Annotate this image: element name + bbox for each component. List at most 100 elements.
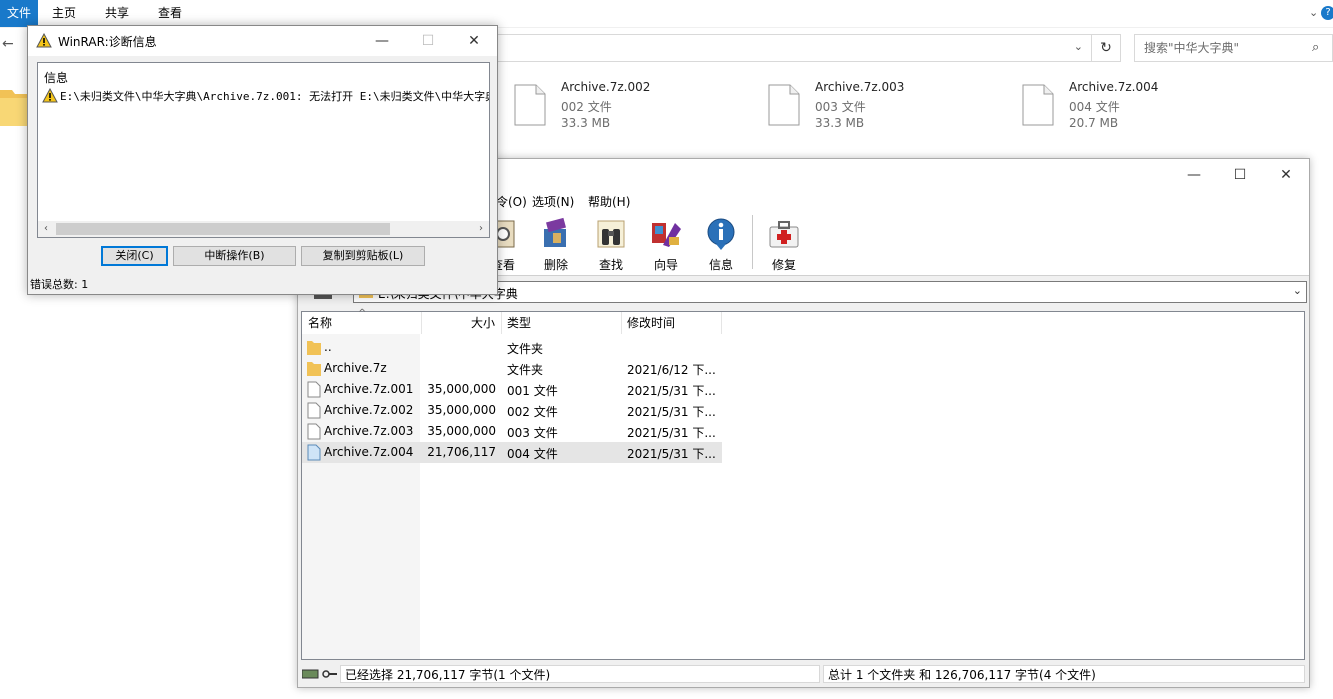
sort-ascending-icon: ^ [358,308,367,319]
file-icon [768,84,800,126]
maximize-button[interactable]: ☐ [1217,159,1263,191]
file-size: 20.7 MB [1069,116,1119,130]
dialog-maximize-button: ☐ [405,26,451,56]
column-header-modified[interactable]: 修改时间 [622,312,722,334]
file-icon [307,402,321,419]
error-count: 错误总数: 1 [30,278,89,291]
menu-help[interactable]: 帮助(H) [588,193,630,210]
diagnostic-dialog: WinRAR:诊断信息 — ☐ ✕ 信息 E:\未归类文件\中华大字典\Arch… [27,25,498,295]
scroll-left-icon[interactable]: ‹ [38,221,54,237]
close-dialog-button[interactable]: 关闭(C) [101,246,168,266]
ribbon-expand-icon[interactable]: ⌄ [1309,6,1318,19]
search-icon: ⌕ [1312,40,1320,55]
toolbar-label: 向导 [653,258,678,272]
row-date: 2021/5/31 下... [627,426,716,440]
file-size: 33.3 MB [561,116,611,130]
back-arrow-icon[interactable]: ← [2,36,14,52]
menu-commands[interactable]: 令(O) [496,193,527,210]
dialog-close-button[interactable]: ✕ [451,26,497,56]
minimize-button[interactable]: — [1171,159,1217,191]
table-row[interactable]: Archive.7z.002 35,000,000 002 文件 2021/5/… [302,400,722,421]
address-dropdown-icon[interactable]: ⌄ [1074,40,1083,53]
row-type: 文件夹 [507,363,544,377]
table-row[interactable]: Archive.7z.001 35,000,000 001 文件 2021/5/… [302,379,722,400]
row-type: 001 文件 [507,384,558,398]
delete-icon [544,217,566,247]
toolbar-info-button[interactable]: 信息 [696,215,746,273]
file-icon [307,381,321,398]
binoculars-icon [597,220,625,248]
row-size: 35,000,000 [427,382,496,396]
explorer-file-item[interactable]: Archive.7z.003 003 文件 33.3 MB [768,78,988,134]
file-type: 002 文件 [561,100,612,114]
row-size: 35,000,000 [427,403,496,417]
first-aid-kit-icon [769,221,799,248]
row-size: 21,706,117 [427,445,496,459]
toolbar-delete-button[interactable]: 删除 [531,215,581,273]
maximize-icon: ☐ [421,33,435,49]
copy-to-clipboard-button[interactable]: 复制到剪贴板(L) [301,246,425,266]
wizard-icon [652,223,681,247]
status-total: 总计 1 个文件夹 和 126,706,117 字节(4 个文件) [823,665,1305,683]
row-date: 2021/6/12 下... [627,363,716,377]
error-message: E:\未归类文件\中华大字典\Archive.7z.001: 无法打开 E:\未… [60,90,490,103]
file-name: Archive.7z.004 [1069,80,1159,94]
explorer-file-item[interactable]: Archive.7z.004 004 文件 20.7 MB [1022,78,1242,134]
file-type: 004 文件 [1069,100,1120,114]
dialog-title: WinRAR:诊断信息 [58,35,157,49]
refresh-icon: ↻ [1100,40,1112,56]
file-type: 003 文件 [815,100,866,114]
toolbar-wizard-button[interactable]: 向导 [641,215,691,273]
table-row[interactable]: Archive.7z 文件夹 2021/6/12 下... [302,358,722,379]
file-name: Archive.7z.002 [561,80,651,94]
help-icon[interactable]: ? [1321,6,1333,20]
row-name: Archive.7z.001 [324,382,414,396]
toolbar-label: 修复 [771,258,796,272]
scroll-right-icon[interactable]: › [473,221,489,237]
row-name: Archive.7z.004 [324,445,414,459]
maximize-icon: ☐ [1233,167,1247,183]
scroll-thumb[interactable] [56,223,390,235]
message-list-header: 信息 [44,71,69,85]
row-name: .. [324,340,332,354]
menu-options[interactable]: 选项(N) [532,193,574,210]
chevron-down-icon[interactable]: ⌄ [1293,284,1302,297]
warning-icon [42,88,58,103]
column-header-type[interactable]: 类型 [502,312,622,334]
file-name: Archive.7z.003 [815,80,905,94]
tab-file[interactable]: 文件 [0,0,38,27]
minimize-icon: — [375,33,389,49]
explorer-address-bar[interactable]: ⌄ [497,34,1091,62]
search-input[interactable]: 搜索"中华大字典" [1134,34,1333,62]
row-type: 003 文件 [507,426,558,440]
dialog-minimize-button[interactable]: — [359,26,405,56]
row-name: Archive.7z.002 [324,403,414,417]
column-header-size[interactable]: 大小 [422,312,502,334]
tab-home[interactable]: 主页 [52,0,76,27]
row-date: 2021/5/31 下... [627,384,716,398]
close-button[interactable]: ✕ [1263,159,1309,191]
row-date: 2021/5/31 下... [627,447,716,461]
row-name: Archive.7z.003 [324,424,414,438]
toolbar-separator [752,215,753,269]
refresh-button[interactable]: ↻ [1091,34,1121,62]
abort-button[interactable]: 中断操作(B) [173,246,296,266]
tab-view[interactable]: 查看 [158,0,182,27]
table-row[interactable]: Archive.7z.003 35,000,000 003 文件 2021/5/… [302,421,722,442]
row-type: 004 文件 [507,447,558,461]
file-icon [514,84,546,126]
table-row-selected[interactable]: Archive.7z.004 21,706,117 004 文件 2021/5/… [302,442,722,463]
tab-share[interactable]: 共享 [105,0,129,27]
horizontal-scrollbar[interactable]: ‹ › [38,221,489,237]
minimize-icon: — [1187,167,1201,183]
folder-icon [307,362,321,376]
message-list[interactable]: 信息 E:\未归类文件\中华大字典\Archive.7z.001: 无法打开 E… [37,62,490,238]
table-row[interactable]: .. 文件夹 [302,337,722,358]
warning-icon [36,33,52,48]
close-icon: ✕ [468,33,480,49]
explorer-file-item[interactable]: Archive.7z.002 002 文件 33.3 MB [514,78,734,134]
folder-icon [0,86,28,128]
toolbar-find-button[interactable]: 查找 [586,215,636,273]
toolbar-repair-button[interactable]: 修复 [759,215,809,273]
row-size: 35,000,000 [427,424,496,438]
